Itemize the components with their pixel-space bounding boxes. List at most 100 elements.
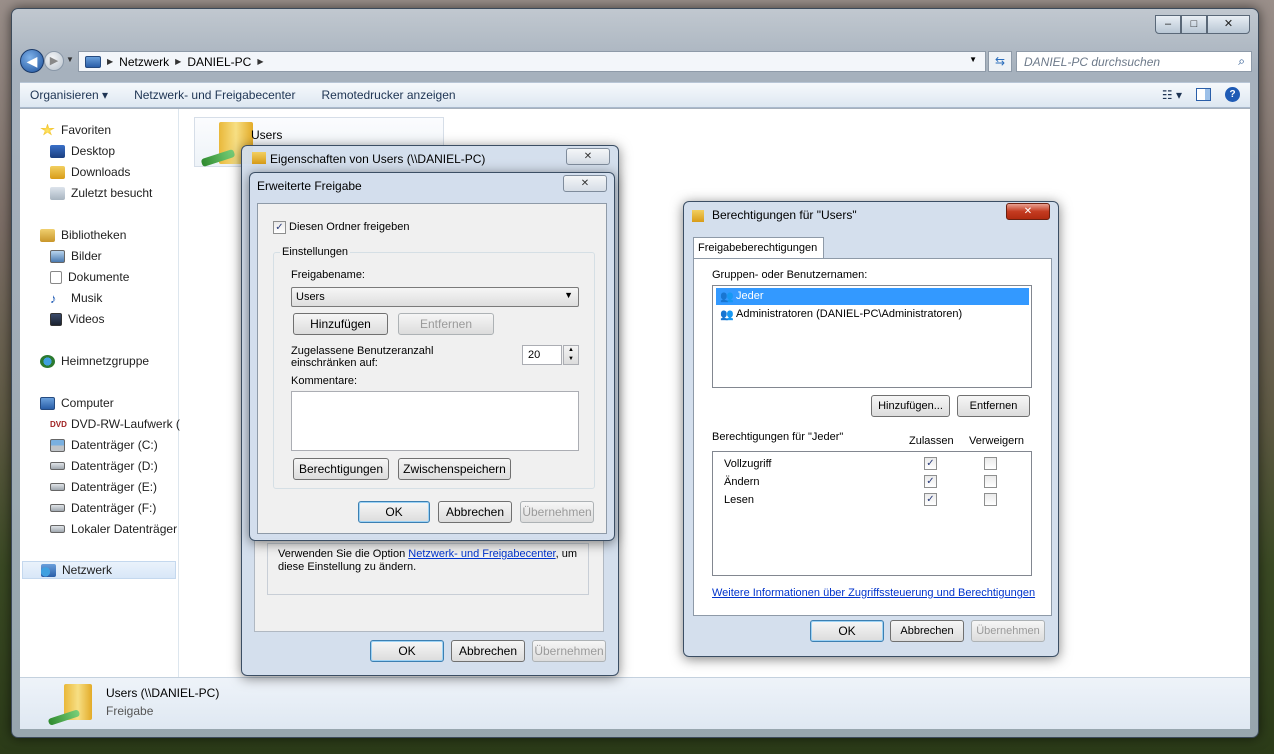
sidebar-item-favorites[interactable]: Favoriten xyxy=(40,121,180,139)
sidebar-item-drive-f[interactable]: Datenträger (F:) xyxy=(50,499,190,517)
sidebar-item-label: DVD-RW-Laufwerk ( xyxy=(71,417,180,431)
breadcrumb-computer[interactable]: DANIEL-PC xyxy=(187,55,251,69)
apply-button[interactable]: Übernehmen xyxy=(971,620,1045,642)
ok-button[interactable]: OK xyxy=(370,640,444,662)
list-item[interactable]: 👥 Jeder xyxy=(716,288,1029,305)
sidebar-item-libraries[interactable]: Bibliotheken xyxy=(40,226,180,244)
network-computer-icon xyxy=(85,55,101,68)
refresh-icon[interactable]: ⇆ xyxy=(988,51,1012,72)
sidebar-item-label: Heimnetzgruppe xyxy=(61,354,150,368)
main-area: Favoriten Desktop Downloads Zuletzt besu… xyxy=(20,109,1250,677)
sidebar-item-local-drive[interactable]: Lokaler Datenträger xyxy=(50,520,190,538)
search-input[interactable]: DANIEL-PC durchsuchen ⌕ xyxy=(1016,51,1252,72)
address-dropdown-icon[interactable]: ▼ xyxy=(969,55,977,64)
minimize-button[interactable]: – xyxy=(1155,15,1181,34)
info-text-1: Verwenden Sie die Option xyxy=(278,548,409,560)
info-text: Verwenden Sie die Option Netzwerk- und F… xyxy=(267,543,589,595)
sidebar-item-dvd[interactable]: DVD DVD-RW-Laufwerk ( xyxy=(50,415,190,433)
sidebar-item-network[interactable]: Netzwerk xyxy=(22,561,176,579)
close-icon[interactable]: ✕ xyxy=(566,148,610,165)
sidebar-item-drive-e[interactable]: Datenträger (E:) xyxy=(50,478,190,496)
address-bar[interactable]: ▶ Netzwerk ▶ DANIEL-PC ▶ ▼ xyxy=(78,51,986,72)
close-button[interactable]: ✕ xyxy=(1207,15,1250,34)
user-limit-value: 20 xyxy=(528,349,541,361)
maximize-button[interactable]: □ xyxy=(1181,15,1207,34)
details-pane: Users (\\DANIEL-PC) Freigabe xyxy=(20,677,1250,729)
user-limit-input[interactable]: 20 xyxy=(522,345,562,365)
recent-pages-icon[interactable]: ▼ xyxy=(66,55,74,64)
breadcrumb-arrow-icon[interactable]: ▶ xyxy=(107,57,113,66)
cancel-button[interactable]: Abbrechen xyxy=(890,620,964,642)
allow-checkbox[interactable]: ✓ xyxy=(924,475,937,488)
dvd-drive-icon: DVD xyxy=(50,419,67,429)
sidebar-item-downloads[interactable]: Downloads xyxy=(50,163,190,181)
sidebar-item-homegroup[interactable]: Heimnetzgruppe xyxy=(40,352,180,370)
sidebar-item-documents[interactable]: Dokumente xyxy=(50,268,190,286)
sidebar-item-label: Videos xyxy=(68,312,105,326)
sidebar-item-computer[interactable]: Computer xyxy=(40,394,180,412)
groups-label: Gruppen- oder Benutzernamen: xyxy=(712,269,868,281)
organize-menu[interactable]: Organisieren ▾ xyxy=(30,88,108,102)
sidebar-item-pictures[interactable]: Bilder xyxy=(50,247,190,265)
breadcrumb-arrow-icon[interactable]: ▶ xyxy=(175,57,181,66)
close-icon[interactable]: ✕ xyxy=(1006,203,1050,220)
help-icon[interactable]: ? xyxy=(1225,87,1240,102)
access-control-info-link[interactable]: Weitere Informationen über Zugriffssteue… xyxy=(712,587,1035,599)
remove-share-button[interactable]: Entfernen xyxy=(398,313,494,335)
users-listbox: 👥 Jeder 👥 Administratoren (DANIEL-PC\Adm… xyxy=(712,285,1032,388)
users-group-icon: 👥 xyxy=(720,309,734,321)
window-controls: – □ ✕ xyxy=(1155,15,1250,34)
preview-pane-icon[interactable] xyxy=(1196,88,1211,101)
sidebar-item-drive-c[interactable]: Datenträger (C:) xyxy=(50,436,190,454)
cancel-button[interactable]: Abbrechen xyxy=(451,640,525,662)
user-limit-spinner[interactable]: ▲ ▼ xyxy=(563,345,579,365)
network-center-button[interactable]: Netzwerk- und Freigabecenter xyxy=(134,88,295,102)
ok-button[interactable]: OK xyxy=(358,501,430,523)
list-item[interactable]: 👥 Administratoren (DANIEL-PC\Administrat… xyxy=(716,306,1029,323)
comments-textarea[interactable] xyxy=(291,391,579,451)
allow-checkbox[interactable]: ✓ xyxy=(924,457,937,470)
allow-checkbox[interactable]: ✓ xyxy=(924,493,937,506)
user-limit-label: Zugelassene Benutzeranzahl einschränken … xyxy=(291,345,434,369)
deny-checkbox[interactable] xyxy=(984,493,997,506)
navigation-bar: ◀ ▶ ▼ ▶ Netzwerk ▶ DANIEL-PC ▶ ▼ ⇆ DANIE… xyxy=(20,49,1252,75)
tab-label: Freigabeberechtigungen xyxy=(698,242,818,254)
permissions-dialog: Berechtigungen für "Users" ✕ Freigabeber… xyxy=(683,201,1059,657)
caching-button[interactable]: Zwischenspeichern xyxy=(398,458,511,480)
forward-button[interactable]: ▶ xyxy=(44,51,64,71)
settings-group-label: Einstellungen xyxy=(280,246,351,258)
share-name-dropdown[interactable]: Users ▼ xyxy=(291,287,579,307)
sidebar-item-recent[interactable]: Zuletzt besucht xyxy=(50,184,190,202)
add-share-button[interactable]: Hinzufügen xyxy=(293,313,388,335)
cancel-button[interactable]: Abbrechen xyxy=(438,501,512,523)
deny-checkbox[interactable] xyxy=(984,457,997,470)
deny-checkbox[interactable] xyxy=(984,475,997,488)
apply-button[interactable]: Übernehmen xyxy=(532,640,606,662)
permissions-list: Vollzugriff ✓ Ändern ✓ Lesen ✓ xyxy=(712,451,1032,576)
back-button[interactable]: ◀ xyxy=(20,49,44,73)
sidebar-item-music[interactable]: ♪ Musik xyxy=(50,289,190,307)
sidebar-item-videos[interactable]: Videos xyxy=(50,310,190,328)
command-bar: Organisieren ▾ Netzwerk- und Freigabecen… xyxy=(20,82,1250,108)
remove-user-button[interactable]: Entfernen xyxy=(957,395,1030,417)
sidebar-item-label: Datenträger (D:) xyxy=(71,459,158,473)
sidebar-item-desktop[interactable]: Desktop xyxy=(50,142,190,160)
ok-button[interactable]: OK xyxy=(810,620,884,642)
share-name-value: Users xyxy=(296,291,325,303)
network-center-link[interactable]: Netzwerk- und Freigabecenter xyxy=(408,548,555,560)
sidebar-item-label: Datenträger (C:) xyxy=(71,438,158,452)
share-folder-checkbox[interactable]: ✓ xyxy=(273,221,286,234)
view-options-icon[interactable]: ☷ ▾ xyxy=(1162,88,1182,102)
permissions-button[interactable]: Berechtigungen xyxy=(293,458,389,480)
apply-button[interactable]: Übernehmen xyxy=(520,501,594,523)
remote-printers-button[interactable]: Remotedrucker anzeigen xyxy=(321,88,455,102)
chevron-down-icon: ▼ xyxy=(564,290,573,300)
hard-drive-icon xyxy=(50,504,65,512)
add-user-button[interactable]: Hinzufügen... xyxy=(871,395,950,417)
breadcrumb-network[interactable]: Netzwerk xyxy=(119,55,169,69)
tab-share-permissions[interactable]: Freigabeberechtigungen xyxy=(693,237,824,259)
sidebar-item-drive-d[interactable]: Datenträger (D:) xyxy=(50,457,190,475)
search-icon[interactable]: ⌕ xyxy=(1238,54,1245,69)
breadcrumb-arrow-icon[interactable]: ▶ xyxy=(257,57,263,66)
close-icon[interactable]: ✕ xyxy=(563,175,607,192)
